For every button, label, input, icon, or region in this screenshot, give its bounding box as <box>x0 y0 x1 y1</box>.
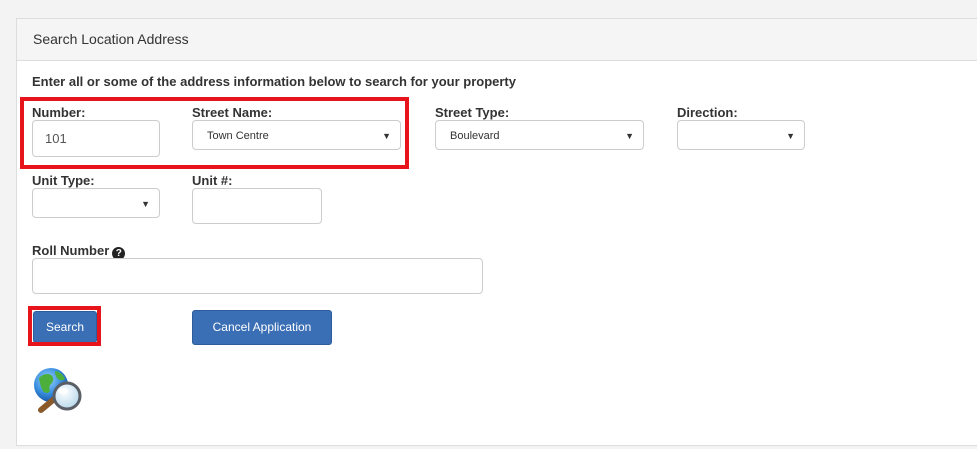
direction-select[interactable]: ▼ <box>677 120 805 150</box>
street-name-select[interactable]: Town Centre ▼ <box>192 120 401 150</box>
chevron-down-icon: ▼ <box>625 131 634 141</box>
panel-title: Search Location Address <box>33 31 189 47</box>
chevron-down-icon: ▼ <box>382 131 391 141</box>
globe-magnifier-icon <box>34 368 82 413</box>
chevron-down-icon: ▼ <box>786 131 795 141</box>
unit-type-select[interactable]: ▼ <box>32 188 160 218</box>
roll-number-label-text: Roll Number <box>32 243 110 258</box>
roll-number-input[interactable] <box>32 258 483 294</box>
chevron-down-icon: ▼ <box>141 199 150 209</box>
street-type-value: Boulevard <box>450 130 500 142</box>
unit-number-input[interactable] <box>192 188 322 224</box>
unit-type-label: Unit Type: <box>32 173 95 188</box>
direction-label: Direction: <box>677 105 738 120</box>
search-button[interactable]: Search <box>33 311 97 343</box>
number-label: Number: <box>32 105 86 120</box>
cancel-application-button[interactable]: Cancel Application <box>192 310 332 345</box>
form-instructions: Enter all or some of the address informa… <box>32 74 516 89</box>
unit-number-label: Unit #: <box>192 173 233 188</box>
street-type-label: Street Type: <box>435 105 510 120</box>
street-name-label: Street Name: <box>192 105 273 120</box>
street-name-value: Town Centre <box>207 130 269 142</box>
street-type-select[interactable]: Boulevard ▼ <box>435 120 644 150</box>
panel-header: Search Location Address <box>17 19 977 61</box>
number-input[interactable] <box>32 120 160 157</box>
